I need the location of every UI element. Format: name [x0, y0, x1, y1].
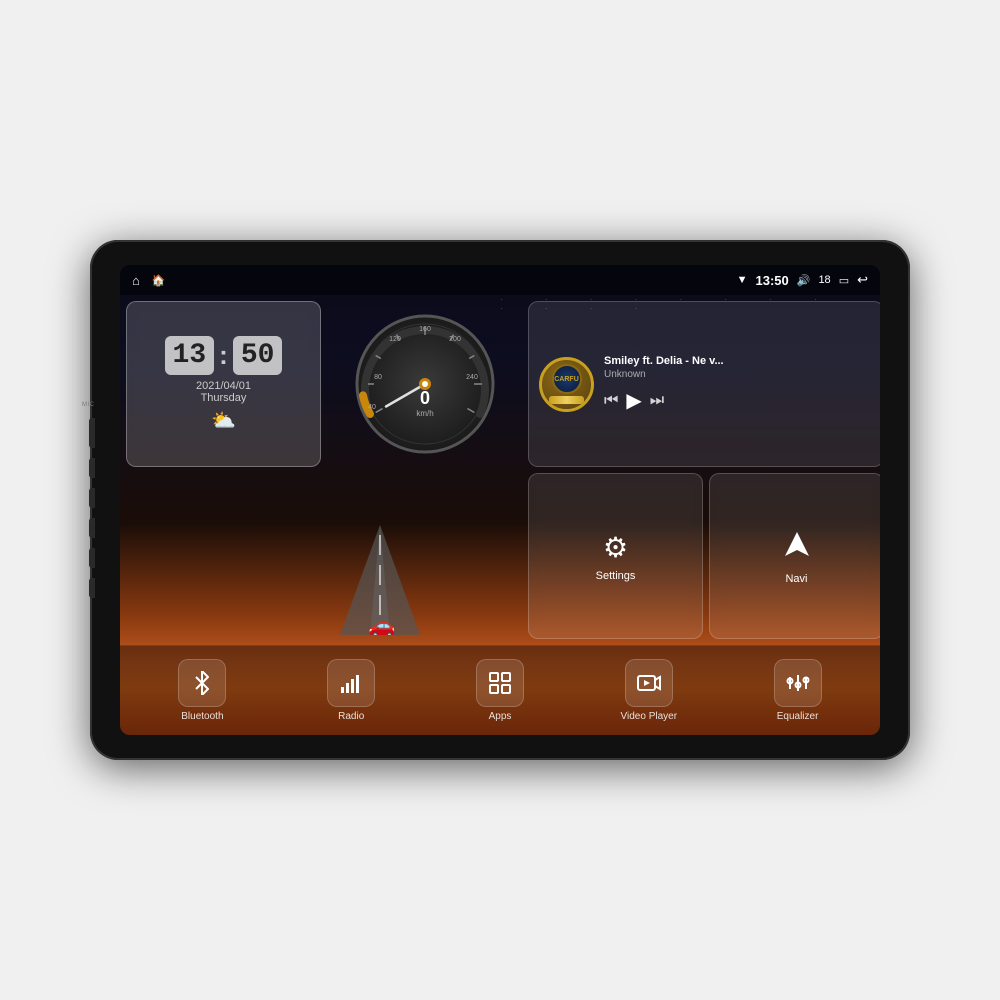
- svg-text:200: 200: [449, 336, 461, 343]
- bottom-bar: Bluetooth Radio: [120, 645, 880, 735]
- side-button-rst[interactable]: [89, 418, 95, 448]
- side-button-home[interactable]: [89, 488, 95, 508]
- equalizer-icon: [786, 671, 810, 695]
- radio-icon: [339, 671, 363, 695]
- bottom-item-equalizer[interactable]: Equalizer: [723, 659, 872, 722]
- screen: 🚗 ⌂ 🏠 ▼ 13:50 🔊 18 ▭ ↩ 13: [120, 265, 880, 735]
- apps-icon-wrapper: [476, 659, 524, 707]
- clock-separator: :: [219, 336, 228, 375]
- back-icon[interactable]: ↩: [857, 272, 868, 288]
- status-right: ▼ 13:50 🔊 18 ▭ ↩: [737, 272, 868, 288]
- side-button-vol-up[interactable]: [89, 548, 95, 568]
- video-player-icon: [637, 671, 661, 695]
- clock-date: 2021/04/01: [196, 380, 251, 392]
- bottom-item-video[interactable]: Video Player: [574, 659, 723, 722]
- music-album-art: CARFU: [539, 357, 594, 412]
- svg-text:0: 0: [419, 388, 429, 408]
- volume-value: 18: [818, 274, 830, 286]
- side-button-vol-down[interactable]: [89, 578, 95, 598]
- svg-text:240: 240: [466, 374, 478, 381]
- music-controls: ⏮ ▶ ⏭: [604, 388, 873, 413]
- status-bar: ⌂ 🏠 ▼ 13:50 🔊 18 ▭ ↩: [120, 265, 880, 295]
- house-filled-icon[interactable]: 🏠: [152, 274, 166, 287]
- svg-text:160: 160: [419, 326, 431, 333]
- bluetooth-label: Bluetooth: [181, 711, 223, 722]
- car-headunit-device: MIC: [90, 240, 910, 760]
- weather-icon: ⛅: [211, 408, 236, 433]
- main-content-grid: 13 : 50 2021/04/01 Thursday ⛅: [120, 295, 880, 645]
- battery-icon: ▭: [839, 274, 849, 287]
- status-left: ⌂ 🏠: [132, 273, 166, 288]
- apps-label: Apps: [489, 711, 512, 722]
- bluetooth-icon-wrapper: [178, 659, 226, 707]
- side-button-panel: MIC: [82, 402, 95, 598]
- play-button[interactable]: ▶: [626, 388, 641, 413]
- speedometer-svg: 40 80 120 160 200 240 0 km/h: [350, 309, 500, 459]
- settings-icon: ⚙: [603, 531, 628, 564]
- equalizer-icon-wrapper: [774, 659, 822, 707]
- bottom-item-bluetooth[interactable]: Bluetooth: [128, 659, 277, 722]
- bluetooth-icon: [190, 671, 214, 695]
- wifi-icon: ▼: [737, 274, 748, 286]
- status-time: 13:50: [755, 273, 788, 288]
- apps-icon: [488, 671, 512, 695]
- bottom-item-radio[interactable]: Radio: [277, 659, 426, 722]
- svg-text:km/h: km/h: [416, 409, 433, 418]
- svg-text:40: 40: [368, 404, 376, 411]
- music-info-section: Smiley ft. Delia - Ne v... Unknown ⏮ ▶ ⏭: [604, 355, 873, 413]
- video-icon-wrapper: [625, 659, 673, 707]
- prev-button[interactable]: ⏮: [604, 392, 618, 410]
- mic-label: MIC: [82, 402, 95, 408]
- svg-text:80: 80: [374, 374, 382, 381]
- video-label: Video Player: [621, 711, 678, 722]
- radio-icon-wrapper: [327, 659, 375, 707]
- clock-hours: 13: [165, 336, 215, 375]
- svg-text:120: 120: [389, 336, 401, 343]
- equalizer-label: Equalizer: [777, 711, 819, 722]
- clock-day: Thursday: [201, 392, 247, 404]
- side-button-back[interactable]: [89, 518, 95, 538]
- radio-label: Radio: [338, 711, 364, 722]
- side-button-power[interactable]: [89, 458, 95, 478]
- home-outline-icon[interactable]: ⌂: [132, 273, 140, 288]
- volume-icon: 🔊: [797, 274, 811, 287]
- navi-label: Navi: [785, 573, 807, 585]
- speedometer-widget: 40 80 120 160 200 240 0 km/h: [327, 301, 522, 639]
- navi-widget[interactable]: Navi: [709, 473, 880, 639]
- music-artist: Unknown: [604, 369, 873, 380]
- music-title: Smiley ft. Delia - Ne v...: [604, 355, 873, 367]
- bottom-item-apps[interactable]: Apps: [426, 659, 575, 722]
- clock-display: 13 : 50: [165, 336, 283, 375]
- navi-icon: [781, 528, 813, 567]
- settings-widget[interactable]: ⚙ Settings: [528, 473, 703, 639]
- settings-label: Settings: [596, 570, 636, 582]
- clock-weather: ⛅: [211, 408, 236, 433]
- music-widget[interactable]: CARFU Smiley ft. Delia - Ne v... Unknown…: [528, 301, 880, 467]
- clock-minutes: 50: [233, 336, 283, 375]
- clock-widget[interactable]: 13 : 50 2021/04/01 Thursday ⛅: [126, 301, 321, 467]
- next-button[interactable]: ⏭: [650, 392, 664, 410]
